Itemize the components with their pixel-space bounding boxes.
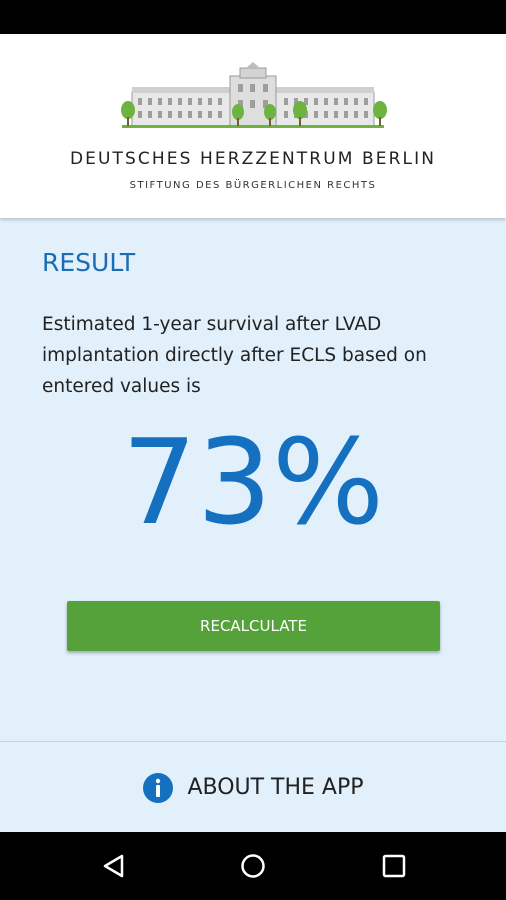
app-header: DEUTSCHES HERZZENTRUM BERLIN STIFTUNG DE… [0, 34, 506, 218]
organization-subtitle: STIFTUNG DES BÜRGERLICHEN RECHTS [129, 180, 377, 191]
survival-percentage: 73% [121, 413, 385, 551]
recalculate-button[interactable]: RECALCULATE [67, 601, 440, 651]
navigation-bar [0, 832, 506, 900]
result-title: RESULT [42, 248, 136, 277]
about-label: ABOUT THE APP [187, 775, 364, 800]
info-icon [143, 772, 174, 803]
result-panel: RESULT Estimated 1-year survival after L… [0, 218, 506, 741]
recents-icon[interactable] [376, 848, 412, 884]
organization-name: DEUTSCHES HERZZENTRUM BERLIN [69, 149, 437, 169]
about-the-app-link[interactable]: ABOUT THE APP [0, 741, 506, 833]
building-logo [121, 62, 387, 128]
back-icon[interactable] [96, 848, 132, 884]
result-description: Estimated 1-year survival after LVAD imp… [42, 314, 427, 397]
status-bar [0, 0, 506, 34]
home-icon[interactable] [235, 848, 271, 884]
